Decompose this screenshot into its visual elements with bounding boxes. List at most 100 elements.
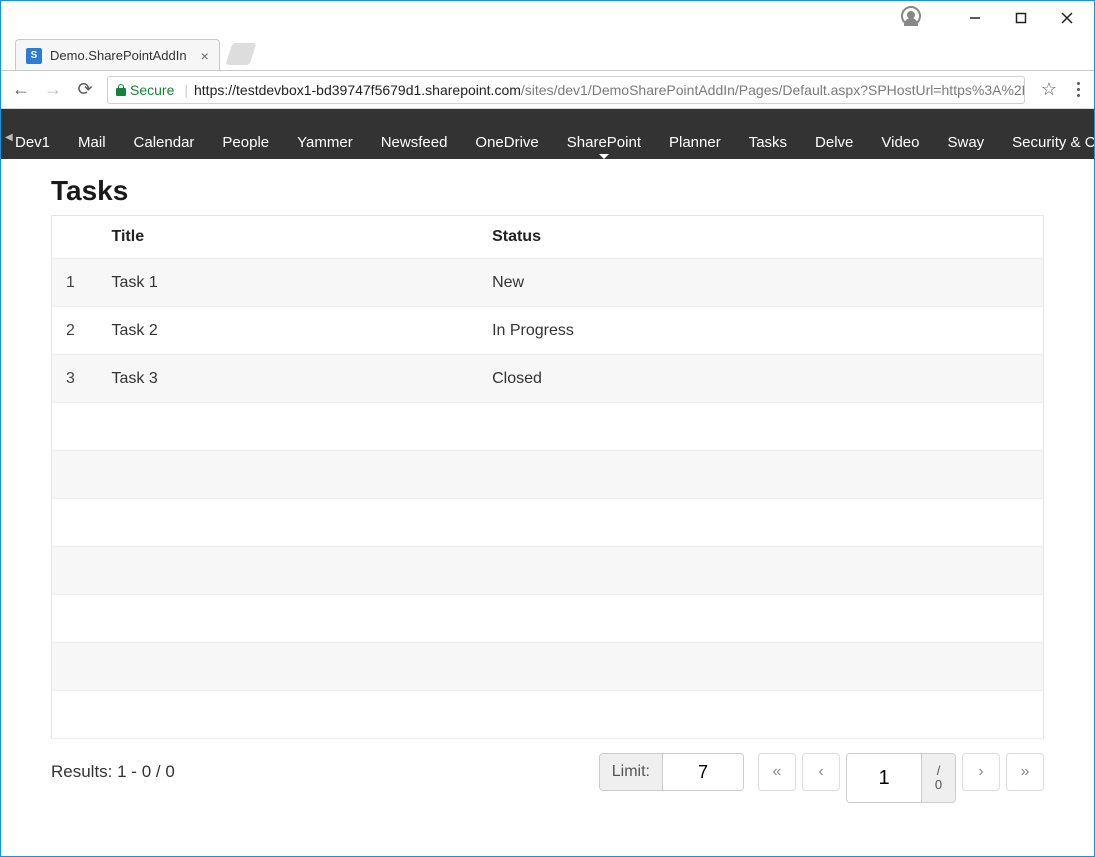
suite-nav: ◀ Dev1 MailCalendarPeopleYammerNewsfeedO…	[1, 109, 1094, 159]
cell-status: In Progress	[478, 307, 1043, 355]
cell-index	[52, 547, 98, 595]
forward-button[interactable]: →	[43, 79, 63, 100]
cell-title	[98, 643, 479, 691]
window-close-button[interactable]	[1044, 3, 1090, 33]
table-row	[52, 499, 1044, 547]
col-header-status[interactable]: Status	[478, 216, 1043, 259]
browser-menu-icon[interactable]	[1073, 78, 1084, 101]
cell-status	[478, 691, 1043, 739]
cell-status: New	[478, 259, 1043, 307]
suite-link-planner[interactable]: Planner	[655, 134, 735, 153]
cell-status: Closed	[478, 355, 1043, 403]
page-total-value: 0	[935, 778, 942, 792]
table-row	[52, 643, 1044, 691]
limit-control: Limit:	[599, 753, 744, 791]
cell-status	[478, 547, 1043, 595]
window-titlebar	[1, 1, 1094, 35]
pager-first-button[interactable]: «	[758, 753, 796, 791]
cell-status	[478, 595, 1043, 643]
separator: |	[184, 82, 188, 98]
cell-index	[52, 451, 98, 499]
cell-index	[52, 643, 98, 691]
suite-link-newsfeed[interactable]: Newsfeed	[367, 134, 462, 153]
cell-index	[52, 691, 98, 739]
cell-title: Task 3	[98, 355, 479, 403]
col-header-title[interactable]: Title	[98, 216, 479, 259]
suite-link-yammer[interactable]: Yammer	[283, 134, 367, 153]
tab-title: Demo.SharePointAddIn	[50, 48, 187, 63]
new-tab-button[interactable]	[225, 43, 256, 65]
suite-link-people[interactable]: People	[208, 134, 283, 153]
suite-link-onedrive[interactable]: OneDrive	[461, 134, 552, 153]
cell-index	[52, 499, 98, 547]
table-footer: Results: 1 - 0 / 0 Limit: « ‹ / 0 › »	[51, 753, 1044, 791]
col-header-index[interactable]	[52, 216, 98, 259]
cell-title	[98, 499, 479, 547]
cell-status	[478, 499, 1043, 547]
cell-title	[98, 403, 479, 451]
window-maximize-button[interactable]	[998, 3, 1044, 33]
results-summary: Results: 1 - 0 / 0	[51, 762, 175, 782]
table-row	[52, 403, 1044, 451]
cell-title: Task 1	[98, 259, 479, 307]
table-row	[52, 595, 1044, 643]
url-host: https://testdevbox1-bd39747f5679d1.share…	[194, 82, 521, 98]
limit-label: Limit:	[600, 754, 663, 790]
pager: « ‹ / 0 › »	[758, 753, 1044, 791]
cell-status	[478, 403, 1043, 451]
page-total-sep: /	[937, 764, 941, 778]
browser-tab[interactable]: S Demo.SharePointAddIn ×	[15, 39, 220, 71]
suite-links: MailCalendarPeopleYammerNewsfeedOneDrive…	[64, 134, 1094, 153]
table-row	[52, 451, 1044, 499]
page-number-input[interactable]	[847, 754, 921, 802]
active-caret-icon	[599, 154, 609, 159]
address-bar[interactable]: Secure | https://testdevbox1-bd39747f567…	[107, 76, 1025, 104]
suite-link-sharepoint[interactable]: SharePoint	[553, 134, 655, 153]
lock-icon	[116, 84, 126, 96]
cell-title	[98, 595, 479, 643]
suite-link-calendar[interactable]: Calendar	[120, 134, 209, 153]
chevron-left-icon: ◀	[5, 132, 13, 143]
cell-status	[478, 643, 1043, 691]
suite-link-security-compliance[interactable]: Security & Compliance	[998, 134, 1094, 153]
pager-prev-button[interactable]: ‹	[802, 753, 840, 791]
tasks-table: Title Status 1Task 1New2Task 2In Progres…	[51, 215, 1044, 739]
cell-index	[52, 403, 98, 451]
page-indicator: / 0	[846, 753, 956, 803]
site-name: Dev1	[15, 134, 50, 151]
bookmark-star-icon[interactable]: ☆	[1041, 79, 1057, 100]
page-title: Tasks	[51, 175, 1044, 207]
user-account-icon[interactable]	[901, 6, 921, 31]
cell-index: 2	[52, 307, 98, 355]
suite-link-delve[interactable]: Delve	[801, 134, 867, 153]
secure-label: Secure	[130, 82, 174, 98]
table-row	[52, 691, 1044, 739]
cell-title: Task 2	[98, 307, 479, 355]
tab-close-icon[interactable]: ×	[201, 48, 209, 64]
cell-index: 3	[52, 355, 98, 403]
browser-toolbar: ← → ⟳ Secure | https://testdevbox1-bd397…	[1, 71, 1094, 109]
table-row[interactable]: 3Task 3Closed	[52, 355, 1044, 403]
window-minimize-button[interactable]	[952, 3, 998, 33]
cell-index	[52, 595, 98, 643]
pager-next-button[interactable]: ›	[962, 753, 1000, 791]
secure-indicator: Secure	[116, 82, 174, 98]
table-row[interactable]: 2Task 2In Progress	[52, 307, 1044, 355]
site-label[interactable]: ◀ Dev1	[1, 134, 64, 153]
sharepoint-favicon-icon: S	[26, 48, 42, 64]
url-path: /sites/dev1/DemoSharePointAddIn/Pages/De…	[521, 82, 1025, 98]
suite-link-mail[interactable]: Mail	[64, 134, 120, 153]
suite-link-video[interactable]: Video	[867, 134, 933, 153]
table-row[interactable]: 1Task 1New	[52, 259, 1044, 307]
cell-title	[98, 691, 479, 739]
back-button[interactable]: ←	[11, 79, 31, 100]
cell-index: 1	[52, 259, 98, 307]
suite-link-sway[interactable]: Sway	[933, 134, 998, 153]
pager-last-button[interactable]: »	[1006, 753, 1044, 791]
page-body: Tasks Title Status 1Task 1New2Task 2In P…	[1, 159, 1094, 791]
suite-link-tasks[interactable]: Tasks	[735, 134, 801, 153]
page-total: / 0	[921, 754, 955, 802]
cell-status	[478, 451, 1043, 499]
reload-button[interactable]: ⟳	[75, 79, 95, 100]
limit-input[interactable]	[663, 754, 743, 790]
